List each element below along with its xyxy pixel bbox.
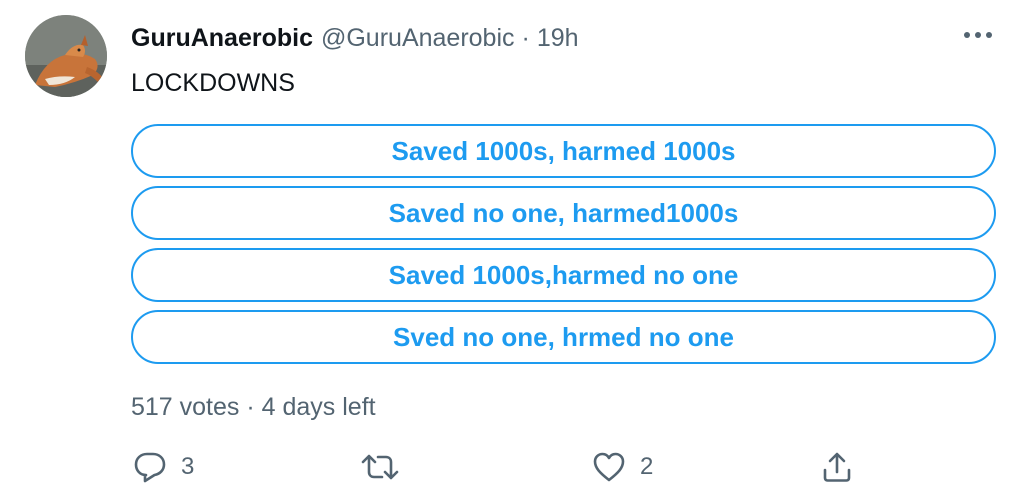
poll-meta: 517 votes · 4 days left: [131, 393, 376, 421]
reply-button[interactable]: 3: [133, 445, 194, 489]
like-count: 2: [640, 453, 654, 480]
avatar[interactable]: [25, 15, 107, 97]
share-icon: [823, 452, 851, 482]
reply-count: 3: [181, 453, 195, 480]
share-button[interactable]: [820, 445, 854, 489]
fox-avatar-icon: [25, 15, 107, 97]
more-options-button[interactable]: [958, 20, 998, 50]
reply-icon: [134, 452, 166, 483]
poll-option-1[interactable]: Saved 1000s, harmed 1000s: [131, 124, 996, 178]
retweet-button[interactable]: [360, 445, 414, 489]
poll-option-3[interactable]: Saved 1000s,harmed no one: [131, 248, 996, 302]
poll: Saved 1000s, harmed 1000s Saved no one, …: [131, 124, 996, 372]
tweet-text: LOCKDOWNS: [131, 69, 295, 97]
like-icon: [593, 452, 625, 482]
more-dots-icon: [964, 32, 992, 38]
timestamp[interactable]: 19h: [537, 24, 579, 53]
poll-option-2[interactable]: Saved no one, harmed1000s: [131, 186, 996, 240]
header-separator: ·: [521, 23, 530, 52]
tweet-header: GuruAnaerobic @GuruAnaerobic · 19h: [131, 21, 579, 55]
tweet: GuruAnaerobic @GuruAnaerobic · 19h LOCKD…: [0, 0, 1024, 499]
retweet-icon: [361, 454, 399, 480]
like-button[interactable]: 2: [592, 445, 653, 489]
action-bar: 3 2: [0, 445, 1024, 489]
display-name[interactable]: GuruAnaerobic: [131, 24, 313, 53]
user-handle[interactable]: @GuruAnaerobic: [321, 24, 515, 53]
poll-option-4[interactable]: Sved no one, hrmed no one: [131, 310, 996, 364]
